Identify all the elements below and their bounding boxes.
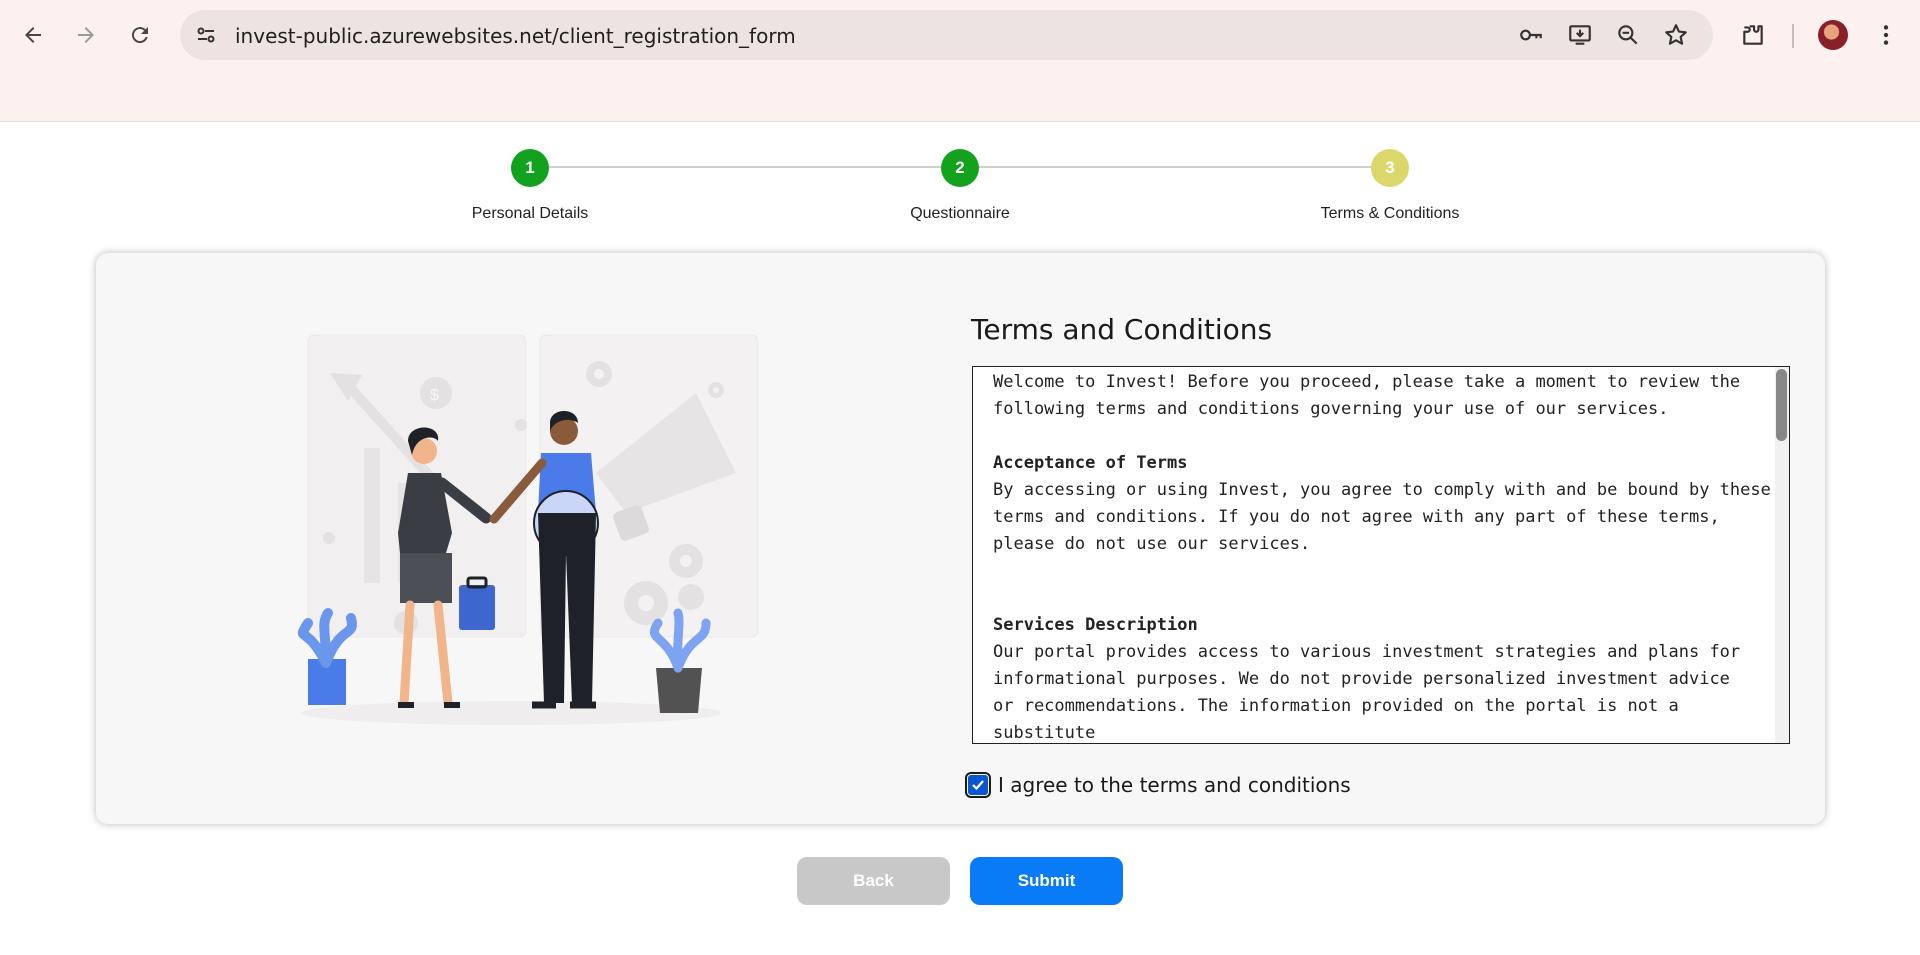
password-key-icon[interactable] — [1517, 21, 1545, 49]
back-arrow-icon[interactable] — [13, 15, 53, 55]
step-connector — [549, 166, 943, 168]
site-info-icon[interactable] — [194, 23, 218, 47]
terms-card: $ Terms and Conditions Welcome to Invest… — [96, 253, 1825, 824]
agree-checkbox-row[interactable]: I agree to the terms and conditions — [965, 772, 1351, 798]
terms-text: Welcome to Invest! Before you proceed, p… — [993, 369, 1773, 743]
step-connector — [979, 166, 1373, 168]
terms-title: Terms and Conditions — [971, 313, 1273, 346]
section-body: By accessing or using Invest, you agree … — [993, 480, 1771, 554]
extensions-icon[interactable] — [1733, 15, 1773, 55]
zoom-icon[interactable] — [1614, 21, 1642, 49]
browser-toolbar: invest-public.azurewebsites.net/client_r… — [0, 0, 1920, 70]
step-1-label: Personal Details — [471, 205, 589, 222]
toolbar-divider — [1792, 24, 1794, 48]
bookmark-star-icon[interactable] — [1662, 21, 1690, 49]
install-app-icon[interactable] — [1566, 21, 1594, 49]
section-body: Our portal provides access to various in… — [993, 642, 1741, 743]
step-1-circle: 1 — [511, 149, 549, 187]
step-2-circle: 2 — [941, 149, 979, 187]
scrollbar-thumb[interactable] — [1776, 369, 1787, 441]
scrollbar-track[interactable] — [1775, 367, 1789, 743]
terms-scroll-box[interactable]: Welcome to Invest! Before you proceed, p… — [972, 366, 1790, 744]
page-header-band — [0, 70, 1920, 122]
menu-kebab-icon[interactable] — [1866, 15, 1906, 55]
url-text[interactable]: invest-public.azurewebsites.net/client_r… — [235, 24, 796, 48]
svg-text:$: $ — [430, 387, 439, 404]
step-3-label: Terms & Conditions — [1320, 205, 1460, 222]
step-3-circle: 3 — [1371, 149, 1409, 187]
section-heading: Acceptance of Terms — [993, 453, 1188, 473]
address-bar[interactable]: invest-public.azurewebsites.net/client_r… — [180, 10, 1713, 60]
agree-label: I agree to the terms and conditions — [998, 773, 1351, 797]
profile-avatar[interactable] — [1818, 20, 1848, 50]
back-button[interactable]: Back — [797, 857, 950, 905]
agree-checkbox[interactable] — [965, 772, 991, 798]
terms-intro: Welcome to Invest! Before you proceed, p… — [993, 372, 1741, 419]
step-2-label: Questionnaire — [910, 205, 1010, 222]
section-heading: Services Description — [993, 615, 1198, 635]
reload-icon[interactable] — [120, 15, 160, 55]
checkmark-icon — [972, 780, 984, 791]
handshake-illustration: $ — [297, 334, 759, 725]
forward-arrow-icon[interactable] — [66, 15, 106, 55]
submit-button[interactable]: Submit — [970, 857, 1123, 905]
